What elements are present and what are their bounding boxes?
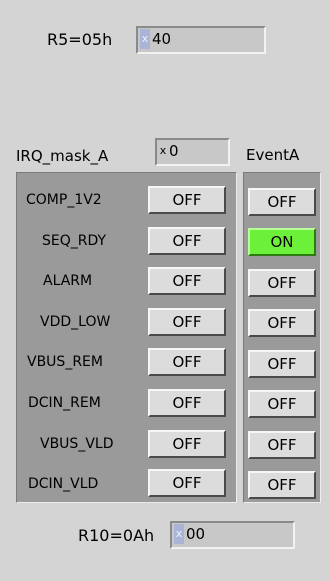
irq-mask-field[interactable]: x0 <box>155 138 230 166</box>
event-indicator-dcin-vld[interactable]: OFF <box>248 471 316 499</box>
r10-value: 00 <box>186 525 206 543</box>
mask-toggle-seq-rdy[interactable]: OFF <box>148 227 226 255</box>
mask-toggle-dcin-vld[interactable]: OFF <box>148 469 226 497</box>
event-indicator-vbus-rem[interactable]: OFF <box>248 350 316 378</box>
signal-label-comp-1v2: COMP_1V2 <box>26 192 102 208</box>
event-indicator-alarm[interactable]: OFF <box>248 269 316 297</box>
signal-label-seq-rdy: SEQ_RDY <box>42 233 107 249</box>
irq-radix-indicator[interactable]: x <box>159 141 167 161</box>
r5-register-label: R5=05h <box>47 30 113 49</box>
signal-label-dcin-rem: DCIN_REM <box>28 395 101 411</box>
r5-value-field[interactable]: x 40 <box>136 26 266 54</box>
mask-toggle-vbus-rem[interactable]: OFF <box>148 348 226 376</box>
irq-mask-label: IRQ_mask_A <box>16 147 109 165</box>
signal-label-dcin-vld: DCIN_VLD <box>28 476 99 492</box>
mask-toggle-dcin-rem[interactable]: OFF <box>148 389 226 417</box>
r5-radix-indicator[interactable]: x <box>140 29 150 49</box>
mask-toggle-vdd-low[interactable]: OFF <box>148 308 226 336</box>
r5-value: 40 <box>152 30 172 48</box>
event-indicator-vdd-low[interactable]: OFF <box>248 309 316 337</box>
signal-label-vbus-vld: VBUS_VLD <box>40 436 114 452</box>
mask-toggle-comp-1v2[interactable]: OFF <box>148 186 226 214</box>
event-indicator-comp-1v2[interactable]: OFF <box>248 188 316 216</box>
r10-register-label: R10=0Ah <box>78 526 155 545</box>
mask-toggle-alarm[interactable]: OFF <box>148 267 226 295</box>
event-indicator-dcin-rem[interactable]: OFF <box>248 390 316 418</box>
signal-label-alarm: ALARM <box>43 273 93 289</box>
event-a-header: EventA <box>246 146 300 164</box>
r10-value-field[interactable]: x 00 <box>170 521 295 549</box>
irq-mask-value: 0 <box>169 142 179 160</box>
r10-radix-indicator[interactable]: x <box>174 524 184 544</box>
signal-label-vdd-low: VDD_LOW <box>40 314 111 330</box>
mask-toggle-vbus-vld[interactable]: OFF <box>148 430 226 458</box>
event-indicator-vbus-vld[interactable]: OFF <box>248 431 316 459</box>
event-indicator-seq-rdy[interactable]: ON <box>248 228 316 256</box>
signal-label-vbus-rem: VBUS_REM <box>27 354 103 370</box>
